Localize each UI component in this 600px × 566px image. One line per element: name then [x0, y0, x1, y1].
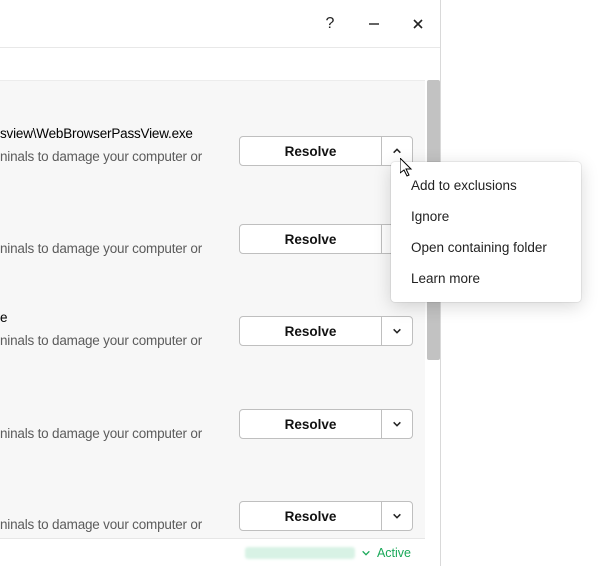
account-label-blurred: [245, 547, 355, 559]
resolve-button[interactable]: Resolve: [240, 502, 382, 530]
help-button[interactable]: ?: [308, 1, 352, 47]
close-icon: [412, 18, 424, 30]
dropdown-item[interactable]: Open containing folder: [391, 232, 581, 263]
resolve-dropdown-toggle[interactable]: [382, 317, 412, 345]
threat-path: e: [0, 310, 7, 325]
resolve-dropdown: Add to exclusionsIgnoreOpen containing f…: [391, 162, 581, 302]
chevron-up-icon: [392, 146, 402, 156]
resolve-button-group: Resolve: [239, 316, 413, 346]
resolve-dropdown-toggle[interactable]: [382, 502, 412, 530]
threat-description: ninals to damage your computer or: [0, 149, 202, 164]
resolve-button[interactable]: Resolve: [240, 225, 382, 253]
resolve-button[interactable]: Resolve: [240, 317, 382, 345]
close-button[interactable]: [396, 1, 440, 47]
chevron-down-icon: [392, 419, 402, 429]
mouse-cursor: [400, 158, 416, 183]
threat-list: sview\WebBrowserPassView.exe ninals to da…: [0, 80, 425, 542]
resolve-button[interactable]: Resolve: [240, 137, 382, 165]
resolve-dropdown-toggle[interactable]: [382, 410, 412, 438]
status-bar: Active: [0, 538, 425, 566]
dropdown-item[interactable]: Add to exclusions: [391, 170, 581, 201]
app-window: ? sview\WebBrowserPassView.exe ninals to …: [0, 0, 441, 566]
resolve-button-group: Resolve: [239, 136, 413, 166]
threat-description: ninals to damage vour computer or: [0, 517, 202, 532]
status-label: Active: [377, 546, 411, 560]
minimize-button[interactable]: [352, 1, 396, 47]
chevron-down-icon[interactable]: [361, 548, 371, 558]
resolve-button[interactable]: Resolve: [240, 410, 382, 438]
resolve-button-group: Resolve: [239, 224, 413, 254]
threat-description: ninals to damage your computer or: [0, 333, 202, 348]
threat-description: ninals to damage your computer or: [0, 241, 202, 256]
dropdown-item[interactable]: Ignore: [391, 201, 581, 232]
minimize-icon: [368, 18, 380, 30]
resolve-button-group: Resolve: [239, 409, 413, 439]
resolve-button-group: Resolve: [239, 501, 413, 531]
dropdown-item[interactable]: Learn more: [391, 263, 581, 294]
threat-description: ninals to damage your computer or: [0, 426, 202, 441]
chevron-down-icon: [392, 511, 402, 521]
chevron-down-icon: [392, 326, 402, 336]
threat-path: sview\WebBrowserPassView.exe: [0, 126, 193, 141]
titlebar: ?: [0, 0, 440, 48]
